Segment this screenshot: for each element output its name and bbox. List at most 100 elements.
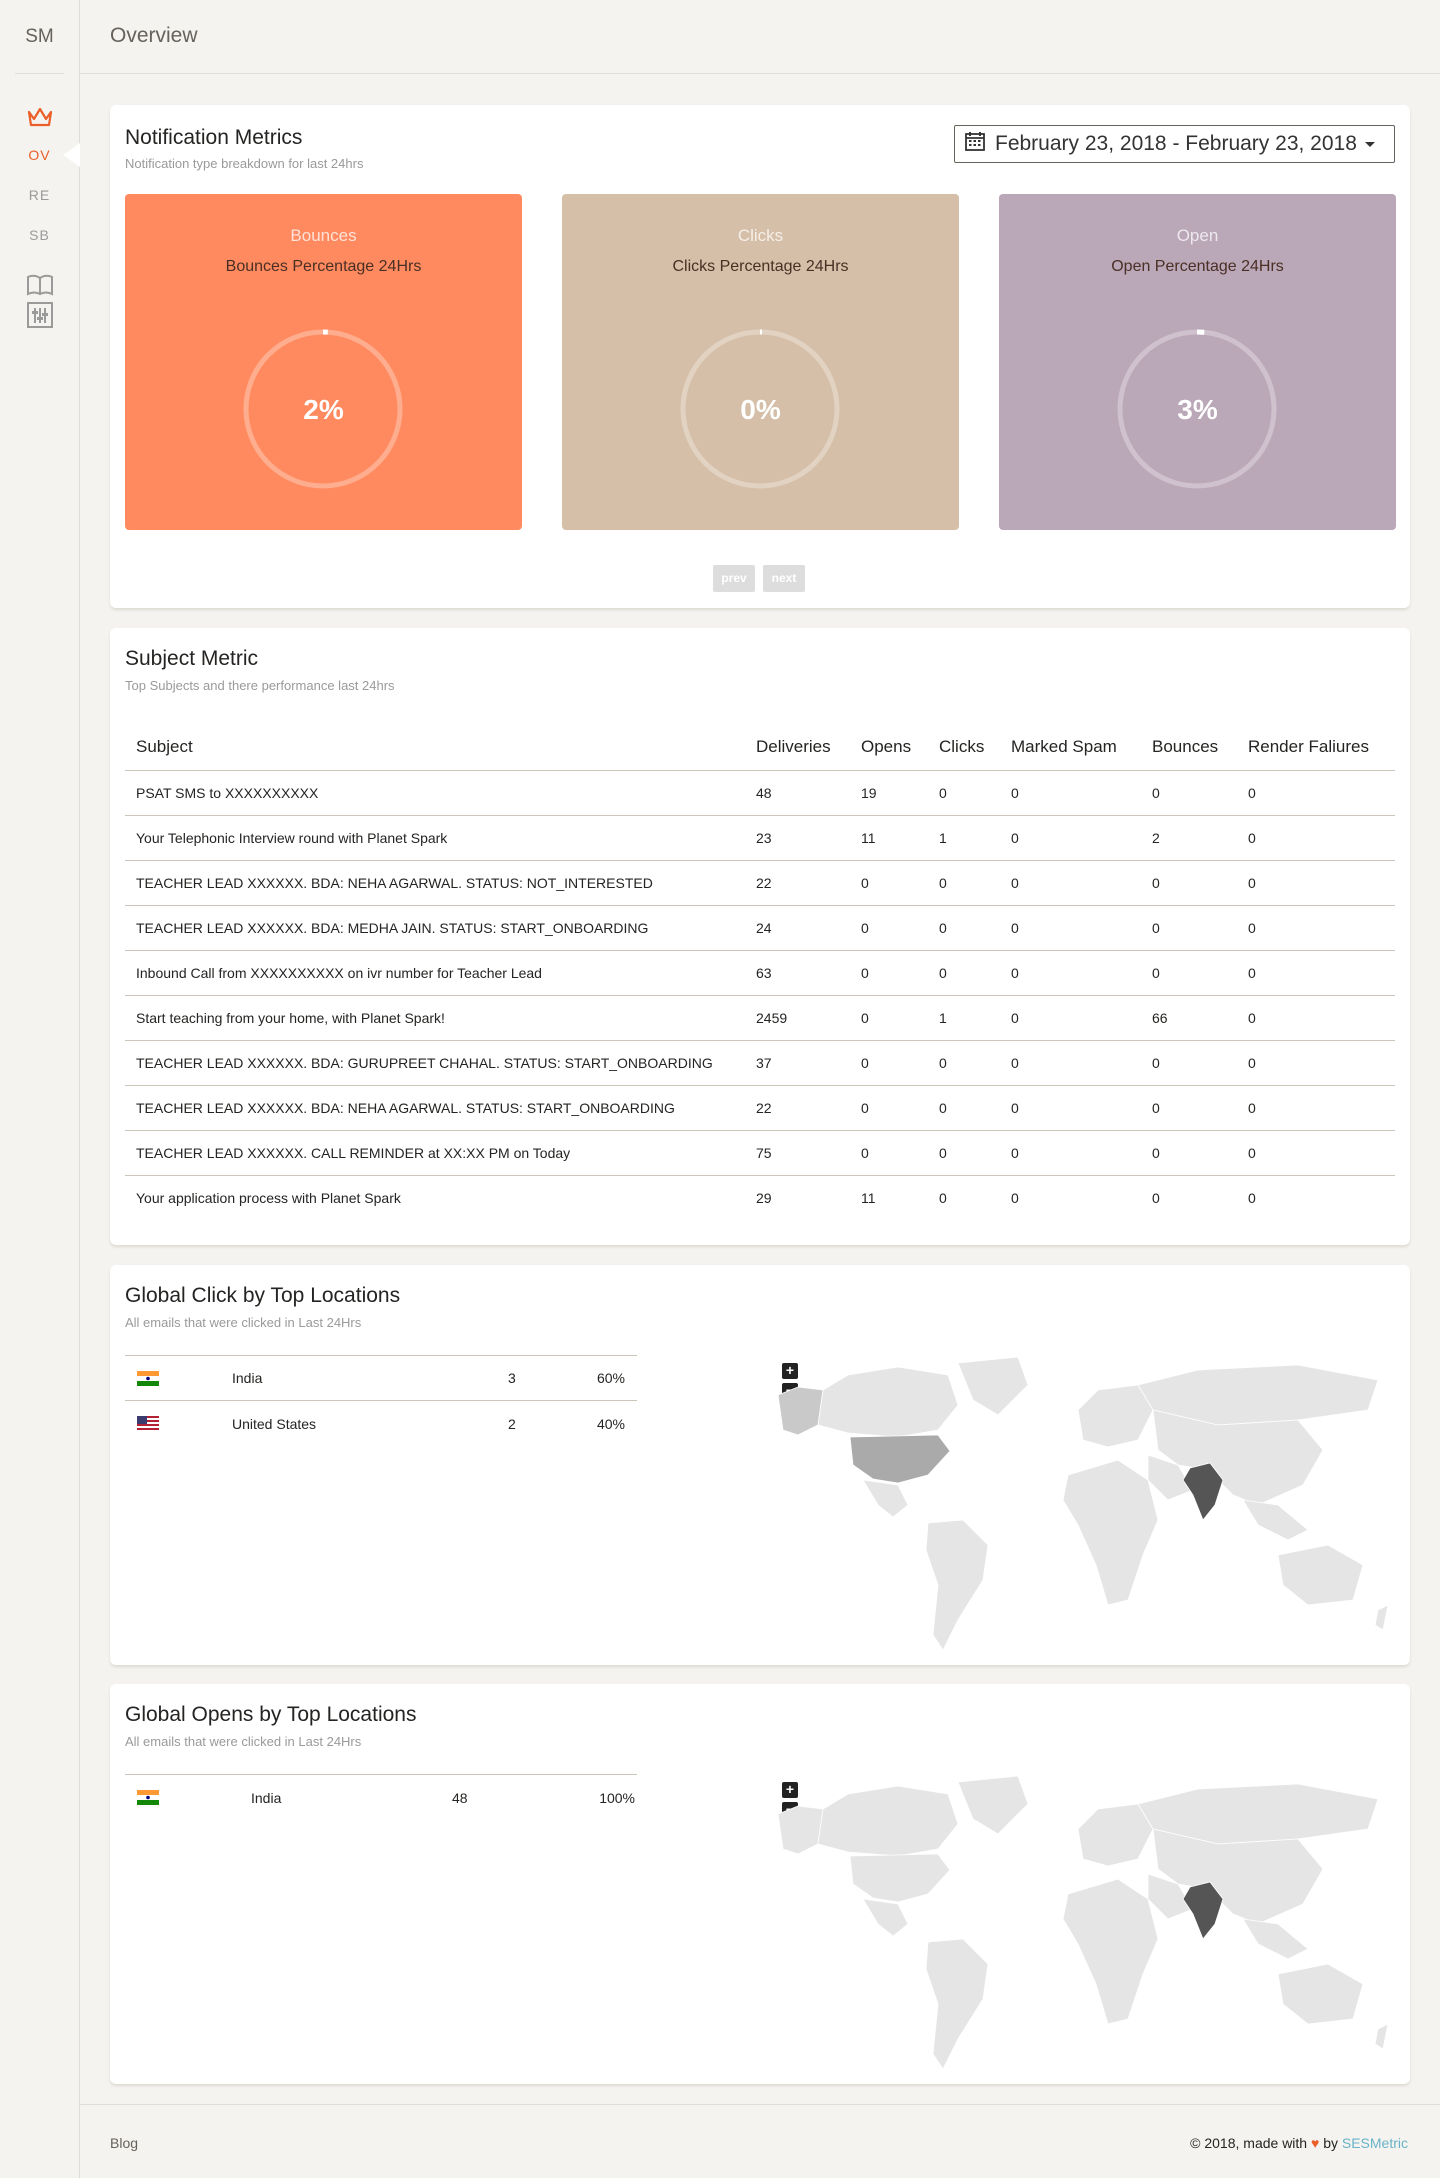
metric-cell: 66 (1141, 995, 1237, 1041)
column-header[interactable]: Marked Spam (1000, 724, 1141, 771)
count: 48 (452, 1789, 468, 1806)
metric-cell: 0 (928, 950, 1000, 996)
map-region-alaska[interactable] (778, 1386, 824, 1436)
card-subtitle: Top Subjects and there performance last … (125, 678, 395, 693)
card-title: Subject Metric (125, 647, 259, 670)
metric-cell: 0 (928, 1085, 1000, 1131)
metric-cell: 0 (850, 950, 928, 996)
map-region-seasia[interactable] (1242, 1918, 1309, 1960)
pager: prev next (713, 565, 805, 592)
map-region-us[interactable] (849, 1853, 951, 1903)
sidebar-item-re[interactable]: RE (0, 175, 79, 215)
copyright: © 2018, made with ♥ by SESMetric (1190, 2135, 1408, 2151)
metric-cell: 37 (745, 1040, 850, 1086)
metric-description: Clicks Percentage 24Hrs (672, 258, 849, 275)
metric-cell: 0 (1011, 1189, 1019, 1206)
map-region-africa[interactable] (1062, 1459, 1159, 1606)
india-flag-icon (137, 1790, 159, 1805)
subject-cell: PSAT SMS to XXXXXXXXXX (125, 770, 745, 816)
map-region-samerica[interactable] (925, 1519, 989, 1651)
metric-cell: 0 (1141, 860, 1237, 906)
metric-cell: 0 (850, 905, 928, 951)
world-map[interactable] (778, 1355, 1398, 1655)
metric-name: Clicks (737, 226, 784, 245)
map-region-europe[interactable] (1077, 1384, 1154, 1448)
card-subtitle: All emails that were clicked in Last 24H… (125, 1315, 362, 1330)
us-flag-icon (137, 1416, 159, 1431)
map-region-africa[interactable] (1062, 1878, 1159, 2025)
table-row: TEACHER LEAD XXXXXX. BDA: MEDHA JAIN. ST… (125, 905, 1395, 951)
top-navbar: Overview (80, 0, 1440, 74)
metric-cell: 0 (1141, 1040, 1237, 1086)
country-name: United States (232, 1415, 317, 1432)
metric-cell: 0 (1000, 1085, 1141, 1131)
map-region-australia[interactable] (1277, 1963, 1364, 2025)
metric-cell: 0 (1000, 1040, 1141, 1086)
map-region-mexico[interactable] (862, 1898, 909, 1937)
column-header[interactable]: Bounces (1141, 724, 1237, 771)
subject-cell: Your Telephonic Interview round with Pla… (125, 815, 745, 861)
metric-cell: 48 (745, 770, 850, 816)
table-row: TEACHER LEAD XXXXXX. BDA: NEHA AGARWAL. … (125, 1085, 1395, 1131)
metric-cell: 0 (1248, 1189, 1256, 1206)
map-region-samerica[interactable] (925, 1938, 989, 2070)
map-region-us[interactable] (849, 1434, 951, 1484)
metric-cell: 0 (850, 995, 928, 1041)
map-region-europe[interactable] (1077, 1803, 1154, 1867)
world-map[interactable] (778, 1774, 1398, 2074)
sidebar-item-ov[interactable]: OV (0, 135, 80, 175)
table-header-row: Subject Deliveries Opens Clicks Marked S… (125, 724, 1395, 771)
india-flag-icon (137, 1370, 159, 1386)
next-button[interactable]: next (763, 565, 805, 592)
column-header[interactable]: Opens (850, 724, 928, 771)
metric-cell: 0 (1237, 1130, 1395, 1176)
count: 2 (508, 1415, 516, 1432)
metric-cell: 0 (1141, 1130, 1237, 1176)
table-row: India 48 100% (125, 1775, 637, 1820)
global-opens-card: Global Opens by Top Locations All emails… (110, 1684, 1410, 2084)
metric-name: Bounces (290, 226, 357, 245)
metric-cell: 0 (850, 1085, 928, 1131)
metric-cell: 63 (745, 950, 850, 996)
metric-cell: 0 (1141, 770, 1237, 816)
table-row: United States 2 40% (125, 1401, 637, 1446)
column-header[interactable]: Render Faliures (1237, 724, 1395, 771)
metric-cell: 0 (1000, 995, 1141, 1041)
metric-cell: 0 (928, 860, 1000, 906)
blog-link[interactable]: Blog (110, 2135, 138, 2151)
prev-button[interactable]: prev (713, 565, 755, 592)
map-region-canada[interactable] (817, 1366, 959, 1438)
by-text: by (1323, 2135, 1338, 2151)
date-range-picker[interactable]: February 23, 2018 - February 23, 2018 (954, 125, 1395, 163)
subject-cell: TEACHER LEAD XXXXXX. BDA: GURUPREET CHAH… (125, 1040, 745, 1086)
brand-link[interactable]: SESMetric (1342, 2135, 1408, 2151)
location-table: India 3 60% United States 2 40% (125, 1355, 637, 1446)
map-region-greenland[interactable] (957, 1775, 1029, 1835)
sidebar-item-sb[interactable]: SB (0, 215, 79, 255)
map-region-canada[interactable] (817, 1785, 959, 1857)
card-title: Global Click by Top Locations (125, 1284, 401, 1307)
column-header[interactable]: Subject (125, 724, 745, 771)
map-region-nz[interactable] (1374, 2023, 1389, 2050)
map-region-alaska[interactable] (778, 1805, 824, 1855)
subject-cell: TEACHER LEAD XXXXXX. BDA: NEHA AGARWAL. … (125, 860, 745, 906)
crown-icon[interactable] (0, 106, 79, 128)
table-row: Your Telephonic Interview round with Pla… (125, 815, 1395, 861)
column-header[interactable]: Deliveries (745, 724, 850, 771)
subject-cell: TEACHER LEAD XXXXXX. BDA: MEDHA JAIN. ST… (125, 905, 745, 951)
subject-cell: Your application process with Planet Spa… (136, 1189, 401, 1206)
map-region-nz[interactable] (1374, 1604, 1389, 1631)
map-region-australia[interactable] (1277, 1544, 1364, 1606)
map-region-mexico[interactable] (862, 1479, 909, 1518)
copyright-text: © 2018, made with (1190, 2135, 1308, 2151)
metric-cell: 0 (850, 1130, 928, 1176)
metric-cell: 0 (1000, 860, 1141, 906)
map-region-greenland[interactable] (957, 1356, 1029, 1416)
metric-description: Open Percentage 24Hrs (1111, 258, 1284, 275)
map-region-seasia[interactable] (1242, 1499, 1309, 1541)
table-row: Start teaching from your home, with Plan… (125, 995, 1395, 1041)
metric-cell: 11 (850, 815, 928, 861)
brand-logo[interactable]: SM (0, 0, 79, 74)
count: 3 (508, 1370, 516, 1386)
column-header[interactable]: Clicks (928, 724, 1000, 771)
